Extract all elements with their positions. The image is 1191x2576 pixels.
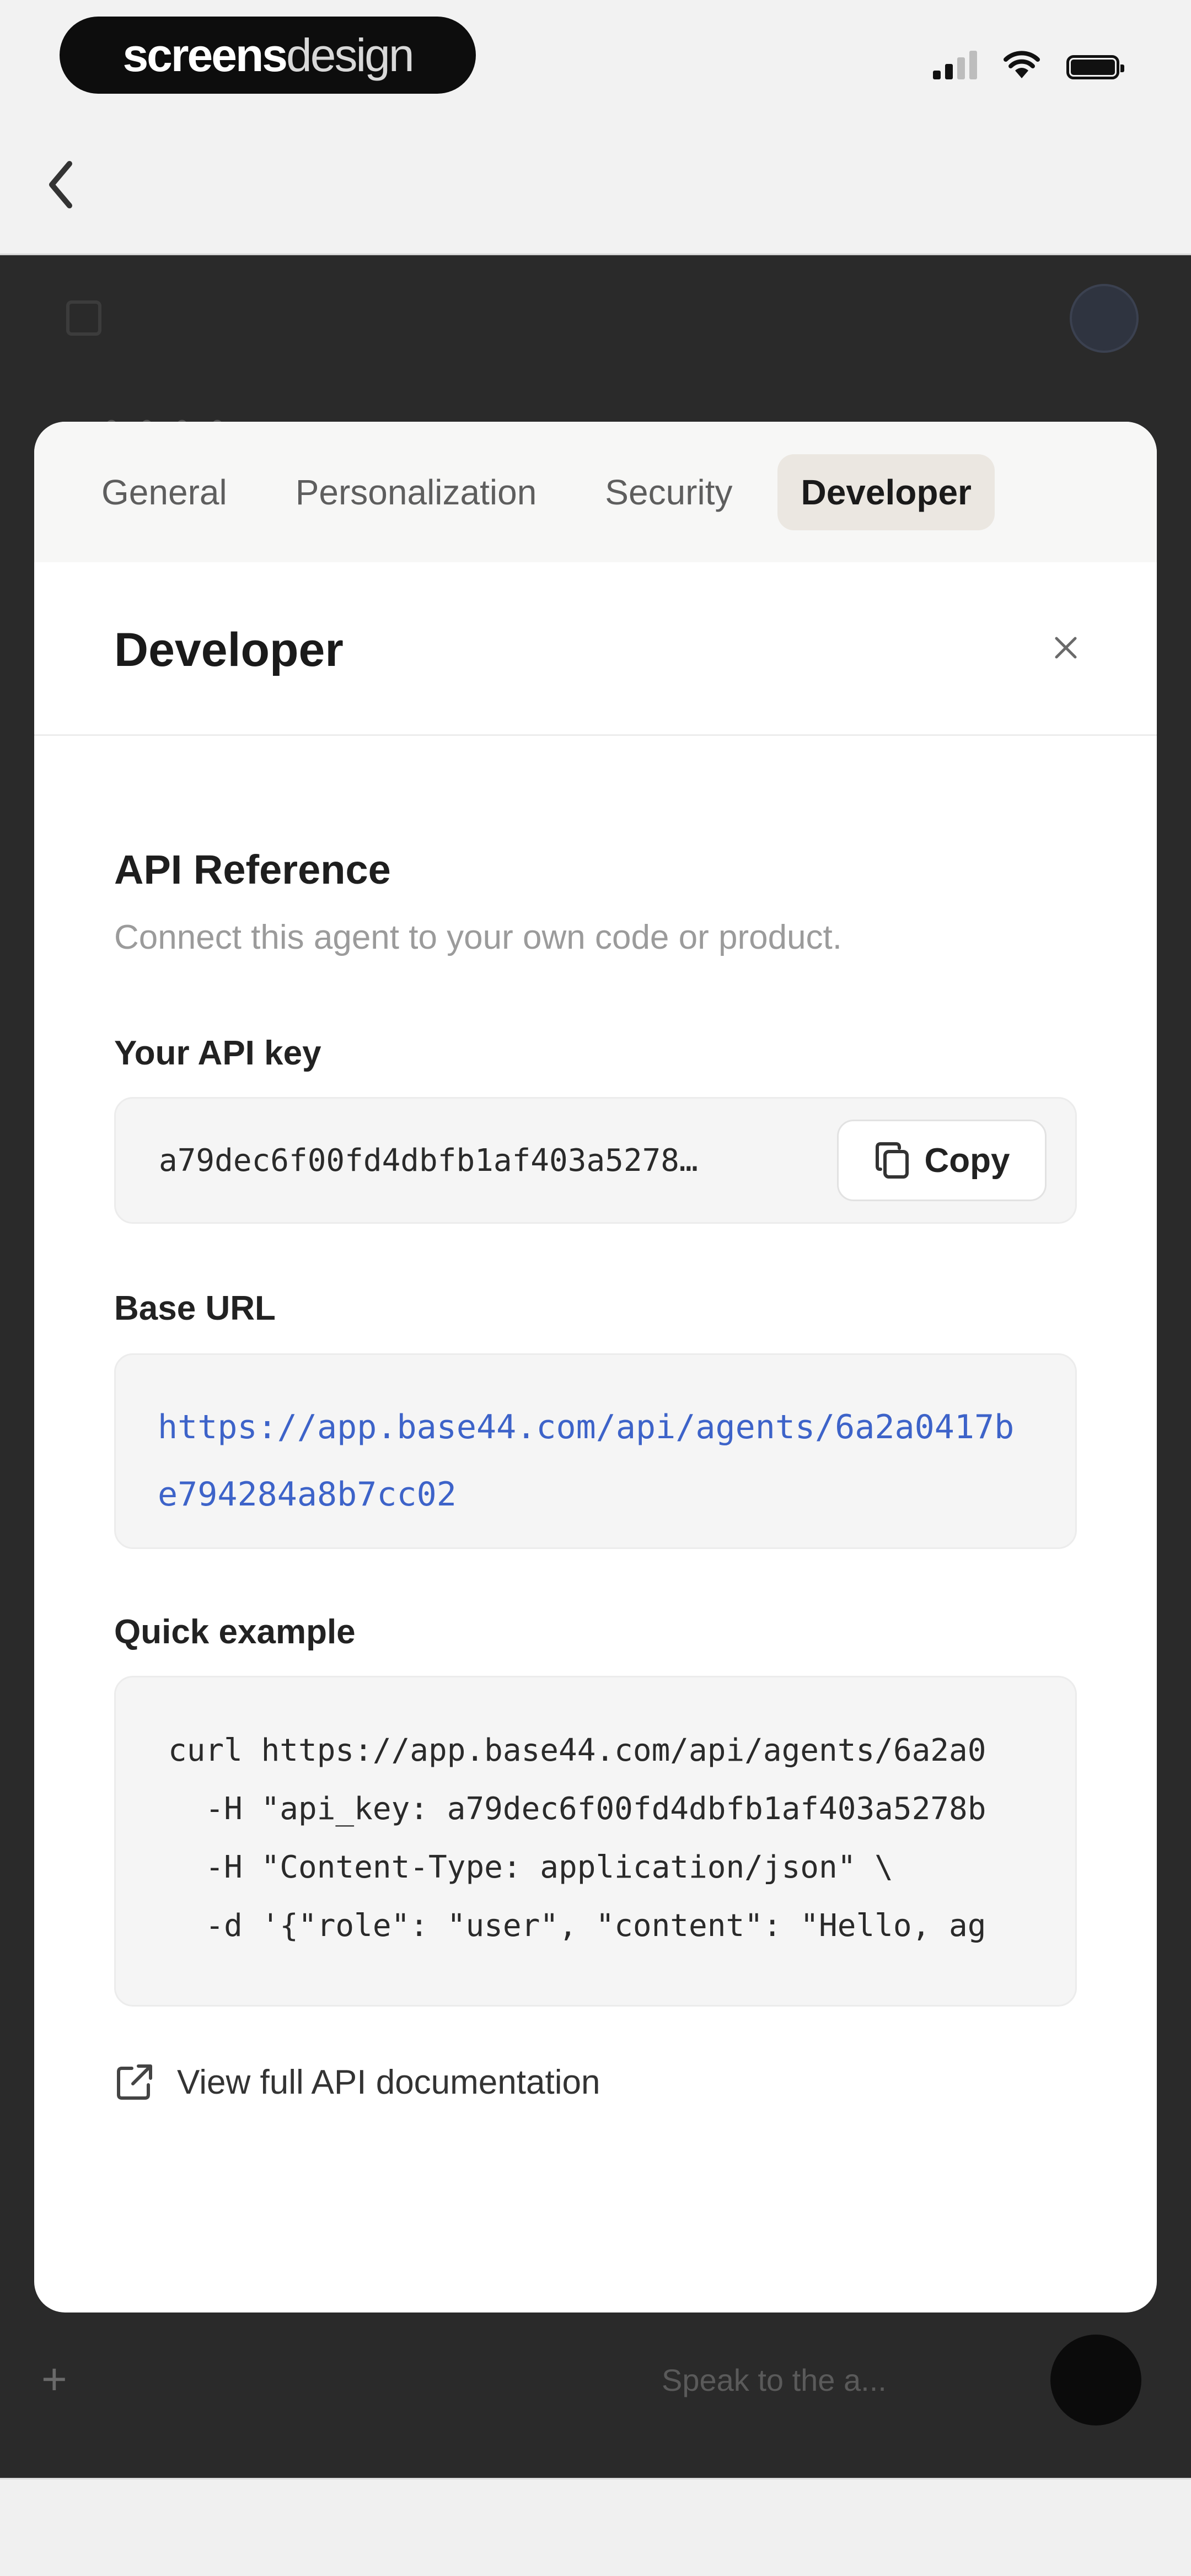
tab-personalization[interactable]: Personalization xyxy=(272,454,560,530)
brand-logo-bold: screens xyxy=(122,29,288,81)
copy-button-label: Copy xyxy=(924,1141,1010,1180)
top-bar: screens design xyxy=(0,0,1191,255)
signal-icon xyxy=(933,49,977,79)
plus-icon: + xyxy=(41,2354,67,2403)
profile-button xyxy=(1070,284,1139,353)
brand-logo: screens design xyxy=(60,17,476,94)
copy-button[interactable]: Copy xyxy=(837,1120,1047,1201)
copy-icon xyxy=(875,1142,909,1179)
home-indicator-bar xyxy=(0,2478,1191,2576)
code-line: -H "Content-Type: application/json" \ xyxy=(168,1849,893,1885)
base-url-value[interactable]: https://app.base44.com/api/agents/6a2a04… xyxy=(158,1394,1033,1528)
base-url-field: https://app.base44.com/api/agents/6a2a04… xyxy=(114,1353,1077,1549)
api-docs-link-label: View full API documentation xyxy=(177,2063,600,2101)
chevron-left-icon xyxy=(49,161,72,208)
tab-security[interactable]: Security xyxy=(582,454,755,530)
brand-logo-light: design xyxy=(286,29,415,81)
api-key-field: a79dec6f00fd4dbfb1af403a5278… Copy xyxy=(114,1097,1077,1224)
tab-developer[interactable]: Developer xyxy=(777,454,995,530)
api-reference-subtitle: Connect this agent to your own code or p… xyxy=(114,918,843,956)
api-key-label: Your API key xyxy=(114,1034,321,1072)
api-docs-link[interactable]: View full API documentation xyxy=(114,2062,1077,2102)
code-example-block[interactable]: curl https://app.base44.com/api/agents/6… xyxy=(114,1676,1077,2007)
code-line: curl https://app.base44.com/api/agents/6… xyxy=(168,1733,986,1768)
settings-tabs: General Personalization Security Develop… xyxy=(34,422,1157,562)
code-line: -d '{"role": "user", "content": "Hello, … xyxy=(168,1908,986,1944)
close-icon[interactable] xyxy=(1052,634,1080,662)
external-link-icon xyxy=(117,2064,152,2100)
wifi-icon xyxy=(1004,51,1040,78)
modal-header: Developer xyxy=(34,562,1157,736)
code-line: -H "api_key: a79dec6f00fd4dbfb1af403a527… xyxy=(168,1791,986,1827)
api-key-value[interactable]: a79dec6f00fd4dbfb1af403a5278… xyxy=(159,1143,837,1179)
settings-modal: General Personalization Security Develop… xyxy=(34,422,1157,2313)
api-reference-heading: API Reference xyxy=(114,847,391,892)
status-icons xyxy=(933,49,1124,79)
quick-example-label: Quick example xyxy=(114,1613,356,1651)
send-button xyxy=(1050,2335,1141,2426)
back-button[interactable] xyxy=(44,154,83,215)
message-input-placeholder: Speak to the a... xyxy=(662,2363,887,2397)
sidebar-icon xyxy=(66,300,101,336)
base-url-label: Base URL xyxy=(114,1289,276,1327)
battery-icon xyxy=(1066,55,1124,79)
tab-general[interactable]: General xyxy=(78,454,250,530)
modal-title: Developer xyxy=(114,623,344,676)
